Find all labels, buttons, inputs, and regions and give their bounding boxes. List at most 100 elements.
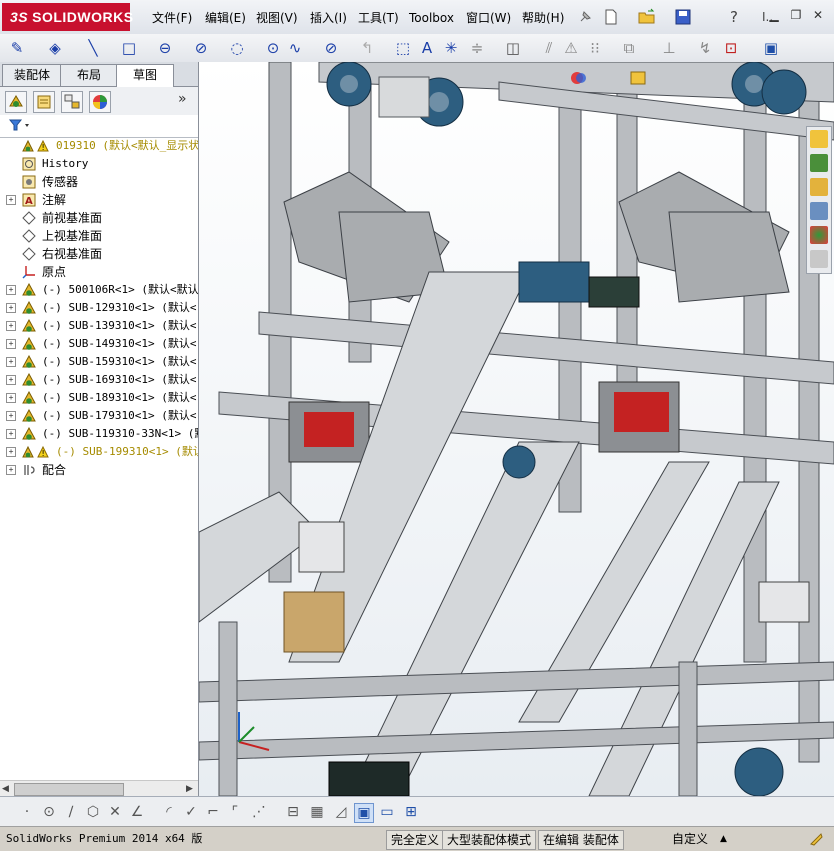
circle-icon[interactable]: ⊘ (192, 39, 210, 57)
open-folder-icon[interactable] (638, 8, 656, 26)
expand-toggle-icon[interactable]: + (6, 411, 16, 421)
tree-item[interactable]: + (-) SUB-119310-33N<1> (默认 (0, 425, 198, 443)
rectangle-icon[interactable]: □ (120, 39, 138, 57)
table-icon[interactable]: ⊟ (284, 803, 302, 821)
tab-layout[interactable]: 布局 (60, 64, 118, 86)
display-style-icon[interactable] (569, 70, 589, 86)
menu-help[interactable]: 帮助(H) (522, 8, 564, 28)
point-circle-icon[interactable]: ⊙ (264, 39, 282, 57)
expand-toggle-icon[interactable]: + (6, 357, 16, 367)
slot-icon[interactable]: ⊖ (156, 39, 174, 57)
tree-item[interactable]: + (-) SUB-189310<1> (默认< (0, 389, 198, 407)
spline-icon[interactable]: ∿ (286, 39, 304, 57)
design-library-icon[interactable] (810, 154, 828, 172)
property-manager-icon[interactable] (33, 91, 55, 113)
filter-icon[interactable] (8, 117, 38, 133)
move-entities-icon[interactable]: ⧉ (620, 39, 638, 57)
dotted-corner-icon[interactable]: ⋰ (250, 803, 268, 821)
expand-toggle-icon[interactable]: + (6, 429, 16, 439)
tree-item[interactable]: 传感器 (0, 173, 198, 191)
menu-toolbox[interactable]: Toolbox (409, 8, 454, 28)
repair-icon[interactable]: ↯ (696, 39, 714, 57)
view-settings-icon[interactable] (629, 70, 647, 86)
appearances-icon[interactable] (810, 226, 828, 244)
tree-item[interactable]: 上视基准面 (0, 227, 198, 245)
expand-toggle-icon[interactable]: + (6, 321, 16, 331)
grid-icon[interactable]: ▦ (308, 803, 326, 821)
triangle-icon[interactable]: ◿ (332, 803, 350, 821)
check-tool-icon[interactable]: ✓ (182, 803, 200, 821)
text-icon[interactable]: A (418, 39, 436, 57)
tree-item[interactable]: + (-) SUB-159310<1> (默认< (0, 353, 198, 371)
tangent-icon[interactable]: ⌐ (204, 803, 222, 821)
menu-edit[interactable]: 编辑(E) (205, 8, 246, 28)
feature-manager-icon[interactable] (5, 91, 27, 113)
pin-icon[interactable] (576, 8, 594, 26)
graphics-area[interactable] (199, 62, 834, 796)
relations-icon[interactable]: ⊥ (660, 39, 678, 57)
custom-properties-icon[interactable] (810, 250, 828, 268)
scroll-right-icon[interactable]: ▶ (186, 783, 196, 795)
minimize-icon[interactable]: ▁ (766, 8, 782, 22)
angle-icon[interactable]: ∠ (128, 803, 146, 821)
offset-icon[interactable]: ⫽ (540, 39, 558, 57)
tree-item[interactable]: + (-) 500106R<1> (默认<默认_ (0, 281, 198, 299)
expand-toggle-icon[interactable]: + (6, 195, 16, 205)
scroll-thumb[interactable] (14, 783, 124, 796)
menu-tools[interactable]: 工具(T) (358, 8, 399, 28)
tree-item[interactable]: + (-) SUB-169310<1> (默认< (0, 371, 198, 389)
restore-icon[interactable]: ❐ (788, 8, 804, 22)
tree-item[interactable]: + (-) SUB-179310<1> (默认< (0, 407, 198, 425)
tree-item[interactable]: + 配合 (0, 461, 198, 479)
corner-icon[interactable]: ⌜ (226, 803, 244, 821)
expand-toggle-icon[interactable]: + (6, 375, 16, 385)
horizontal-scrollbar[interactable]: ◀ ▶ (0, 780, 198, 797)
appearance-manager-icon[interactable] (89, 91, 111, 113)
expand-toggle-icon[interactable]: + (6, 447, 16, 457)
cross-icon[interactable]: ✕ (106, 803, 124, 821)
tree-item[interactable]: 前视基准面 (0, 209, 198, 227)
expand-toggle-icon[interactable]: + (6, 303, 16, 313)
view-palette-icon[interactable] (810, 202, 828, 220)
menu-insert[interactable]: 插入(I) (310, 8, 347, 28)
tree-item[interactable]: 原点 (0, 263, 198, 281)
mirror-icon[interactable]: ⚠ (562, 39, 580, 57)
tree-item[interactable]: +! (-) SUB-199310<1> (默认 (0, 443, 198, 461)
expand-toggle-icon[interactable]: + (6, 393, 16, 403)
trim-icon[interactable]: ≑ (468, 39, 486, 57)
expand-toggle-icon[interactable]: + (6, 285, 16, 295)
menu-window[interactable]: 窗口(W) (466, 8, 511, 28)
save-icon[interactable] (674, 8, 692, 26)
rebuild-icon[interactable] (808, 831, 824, 847)
menu-file[interactable]: 文件(F) (152, 8, 192, 28)
expand-toggle-icon[interactable]: + (6, 339, 16, 349)
tab-sketch[interactable]: 草图 (116, 64, 174, 87)
tree-item[interactable]: + (-) SUB-129310<1> (默认< (0, 299, 198, 317)
point-icon[interactable]: ✳ (442, 39, 460, 57)
section-view-icon[interactable]: ▭ (378, 803, 396, 821)
scroll-left-icon[interactable]: ◀ (2, 783, 12, 795)
construction-icon[interactable]: ⬚ (394, 39, 412, 57)
tree-item[interactable]: ! 019310 (默认<默认_显示状态 (0, 137, 198, 155)
tree-item[interactable]: 右视基准面 (0, 245, 198, 263)
diagonal-line-icon[interactable]: ∕ (62, 803, 80, 821)
split-view-icon[interactable]: ⊞ (402, 803, 420, 821)
expand-toggle-icon[interactable]: + (6, 465, 16, 475)
fillet-icon[interactable]: ↰ (358, 39, 376, 57)
sketch-tool-icon[interactable]: ◈ (46, 39, 64, 57)
help-icon[interactable]: ? (730, 8, 738, 26)
unit-system-button[interactable]: 自定义 (668, 830, 712, 848)
tree-item[interactable]: + (-) SUB-139310<1> (默认< (0, 317, 198, 335)
tree-item[interactable]: + A 注解 (0, 191, 198, 209)
shaded-view-icon[interactable]: ▣ (354, 803, 374, 823)
file-explorer-icon[interactable] (810, 178, 828, 196)
close-icon[interactable]: ✕ (810, 8, 826, 22)
linear-pattern-icon[interactable]: ⁝⁝ (586, 39, 604, 57)
unit-system-arrow-icon[interactable]: ▲ (716, 830, 731, 848)
tab-assembly[interactable]: 装配体 (2, 64, 62, 86)
rapid-sketch-icon[interactable]: ⊡ (722, 39, 740, 57)
tree-item[interactable]: + (-) SUB-149310<1> (默认< (0, 335, 198, 353)
circle-center-icon[interactable]: ⊙ (40, 803, 58, 821)
new-document-icon[interactable] (602, 8, 620, 26)
solidworks-logo[interactable]: 3S SOLIDWORKS (2, 3, 133, 31)
